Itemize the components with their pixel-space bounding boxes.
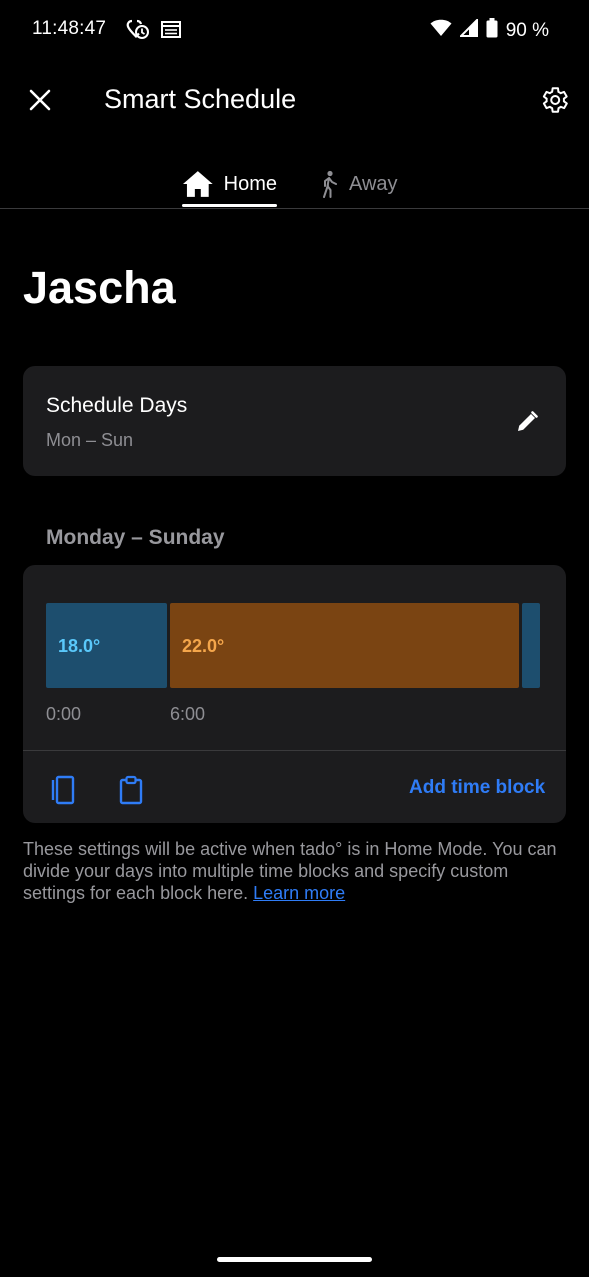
tab-home-label: Home — [223, 172, 277, 195]
tab-indicator — [182, 204, 277, 207]
close-icon — [29, 89, 51, 111]
notification-app-icon — [126, 18, 150, 45]
paste-button[interactable] — [111, 770, 151, 810]
status-time: 11:48:47 — [32, 18, 107, 39]
status-right: 90 % — [430, 17, 549, 44]
copy-icon — [51, 775, 75, 805]
settings-button[interactable] — [535, 81, 573, 119]
day-range-title: Monday – Sunday — [46, 526, 225, 549]
schedule-days-value: Mon – Sun — [46, 430, 134, 450]
home-icon — [182, 171, 213, 197]
time-block-temperature: 22.0° — [182, 636, 225, 656]
timeline-card: 18.0° 22.0° 0:00 6:00 Add time block — [23, 565, 566, 823]
card-divider — [23, 750, 566, 751]
edit-schedule-days-button[interactable] — [513, 408, 541, 436]
time-block-warm[interactable]: 22.0° — [170, 603, 519, 688]
cell-signal-icon — [458, 17, 478, 43]
time-block-cool-end[interactable] — [522, 603, 540, 688]
home-indicator[interactable] — [217, 1257, 372, 1262]
schedule-days-card[interactable]: Schedule Days Mon – Sun — [23, 366, 566, 476]
time-tick: 6:00 — [170, 704, 206, 724]
tab-home[interactable]: Home — [182, 160, 277, 208]
page-title: Smart Schedule — [104, 84, 297, 114]
copy-button[interactable] — [43, 770, 83, 810]
pencil-icon — [518, 411, 538, 431]
walking-person-icon — [323, 170, 337, 198]
battery-icon — [486, 18, 498, 44]
tabs-divider — [0, 208, 589, 209]
tab-away[interactable]: Away — [319, 160, 429, 208]
tab-away-label: Away — [349, 172, 398, 195]
gear-icon — [542, 87, 568, 113]
calendar-icon — [160, 19, 182, 44]
schedule-days-title: Schedule Days — [46, 394, 188, 417]
close-button[interactable] — [24, 84, 56, 116]
battery-percent: 90 % — [505, 20, 549, 41]
wifi-icon — [430, 19, 452, 43]
room-name: Jascha — [23, 262, 176, 313]
time-block-cool[interactable]: 18.0° — [46, 603, 167, 688]
time-block-temperature: 18.0° — [58, 636, 101, 656]
add-time-block-button[interactable]: Add time block — [409, 777, 545, 799]
time-tick: 0:00 — [46, 704, 82, 724]
clipboard-icon — [119, 775, 143, 805]
learn-more-link[interactable]: Learn more — [253, 883, 345, 903]
info-text: These settings will be active when tado°… — [23, 838, 563, 904]
status-left-icons — [126, 18, 182, 45]
